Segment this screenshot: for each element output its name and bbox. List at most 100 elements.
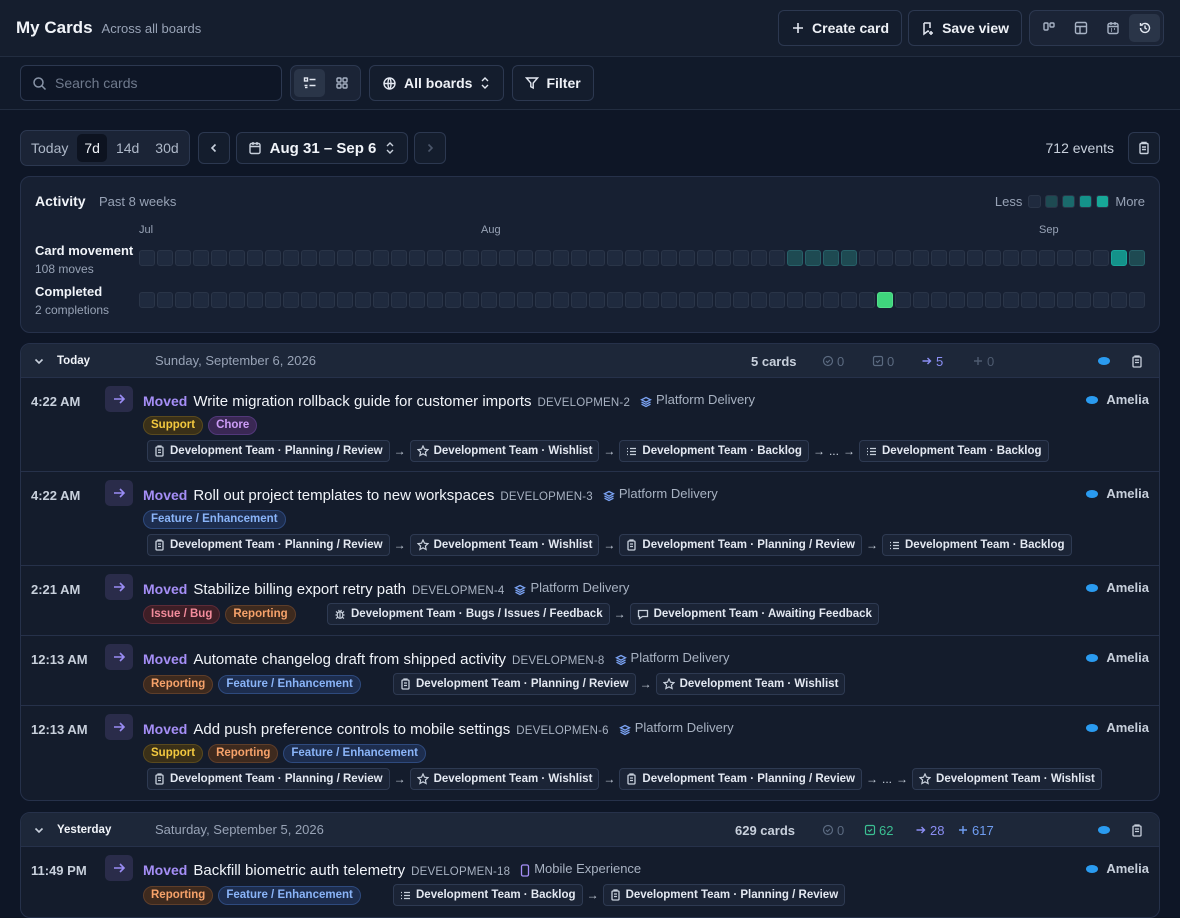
tag-feature[interactable]: Feature / Enhancement: [218, 886, 361, 905]
card-title-link[interactable]: Add push preference controls to mobile s…: [193, 721, 510, 738]
list-chip[interactable]: Development Team · Planning / Review: [602, 884, 846, 906]
list-chip[interactable]: Development Team · Backlog: [619, 440, 809, 462]
activity-item[interactable]: 4:22 AM Moved Write migration rollback gui…: [21, 378, 1159, 472]
assignee[interactable]: Amelia: [1086, 720, 1149, 735]
activity-item[interactable]: 12:13 AM Moved Automate changelog draft fr…: [21, 636, 1159, 706]
range-option-30d[interactable]: 30d: [148, 134, 185, 162]
day-group-header[interactable]: Today Sunday, September 6, 2026 5 cards 0 0 5…: [21, 344, 1159, 378]
tag-reporting[interactable]: Reporting: [143, 675, 214, 694]
search-input[interactable]: Search cards: [20, 65, 282, 101]
board-link[interactable]: Platform Delivery: [514, 580, 629, 595]
list-chip-label: Development Team · Planning / Review: [170, 445, 383, 457]
list-chip[interactable]: Development Team · Planning / Review: [393, 673, 636, 695]
path-arrow: →: [842, 444, 855, 458]
list-chip[interactable]: Development Team · Bugs / Issues / Feedb…: [327, 603, 610, 625]
kanban-view-button[interactable]: [1033, 14, 1064, 42]
list-chip[interactable]: Development Team · Wishlist: [409, 440, 600, 462]
heatmap-cell: [517, 292, 533, 308]
list-chip[interactable]: Development Team · Planning / Review: [619, 768, 862, 790]
assignee[interactable]: Amelia: [1086, 861, 1149, 876]
board-link[interactable]: Platform Delivery: [602, 486, 718, 501]
export-button[interactable]: [1128, 132, 1160, 164]
heatmap-cell: [751, 250, 767, 266]
assignee-filter[interactable]: [1098, 357, 1110, 365]
list-layout-button[interactable]: [294, 69, 325, 97]
list-chip[interactable]: Development Team · Backlog: [858, 440, 1049, 462]
boards-select[interactable]: All boards: [369, 65, 505, 101]
list-chip[interactable]: Development Team · Wishlist: [655, 673, 846, 695]
heatmap-cell: [193, 292, 209, 308]
assignee-name: Amelia: [1106, 392, 1149, 407]
clipboard-icon[interactable]: [1131, 354, 1143, 368]
tag-chore[interactable]: Chore: [208, 416, 258, 435]
activity-item[interactable]: 2:21 AM Moved Stabilize billing export ret…: [21, 566, 1159, 636]
calendar-view-button[interactable]: [1097, 14, 1128, 42]
heatmap-cell: [427, 292, 443, 308]
clipboard-icon[interactable]: [1131, 823, 1143, 837]
board-link[interactable]: Platform Delivery: [640, 392, 755, 407]
tag-issue[interactable]: Issue / Bug: [143, 605, 221, 624]
list-chip[interactable]: Development Team · Backlog: [393, 884, 583, 906]
list-chip[interactable]: Development Team · Wishlist: [409, 534, 600, 556]
card-title-link[interactable]: Stabilize billing export retry path: [193, 581, 406, 598]
create-card-button[interactable]: Create card: [778, 10, 903, 46]
tag-support[interactable]: Support: [143, 744, 204, 763]
list-chip-label: Development Team · Planning / Review: [625, 889, 839, 901]
card-title-link[interactable]: Write migration rollback guide for custo…: [193, 393, 531, 410]
save-view-button[interactable]: Save view: [908, 10, 1022, 46]
heatmap-cell: [499, 250, 515, 266]
date-range-picker[interactable]: Aug 31 – Sep 6: [235, 132, 409, 164]
card-title-link[interactable]: Backfill biometric auth telemetry: [193, 862, 405, 879]
grid-layout-button[interactable]: [326, 69, 357, 97]
assignee[interactable]: Amelia: [1086, 392, 1149, 407]
list-chip[interactable]: Development Team · Wishlist: [409, 768, 600, 790]
assignee[interactable]: Amelia: [1086, 486, 1149, 501]
tag-feature[interactable]: Feature / Enhancement: [218, 675, 361, 694]
heatmap-cell: [787, 292, 803, 308]
list-chip[interactable]: Development Team · Planning / Review: [147, 440, 390, 462]
tag-reporting[interactable]: Reporting: [208, 744, 279, 763]
filter-button[interactable]: Filter: [512, 65, 594, 101]
card-title-link[interactable]: Automate changelog draft from shipped ac…: [193, 651, 506, 668]
assignee[interactable]: Amelia: [1086, 580, 1149, 595]
tag-reporting[interactable]: Reporting: [143, 886, 214, 905]
move-arrow-icon: [105, 480, 133, 506]
list-chip[interactable]: Development Team · Awaiting Feedback: [629, 603, 879, 625]
heatmap-cell: [985, 292, 1001, 308]
list-chip[interactable]: Development Team · Planning / Review: [147, 768, 390, 790]
range-option-7d[interactable]: 7d: [77, 134, 107, 162]
chevron-right-icon: [424, 142, 436, 154]
list-chip[interactable]: Development Team · Planning / Review: [619, 534, 862, 556]
activity-view-button[interactable]: [1129, 14, 1160, 42]
assignee[interactable]: Amelia: [1086, 650, 1149, 665]
move-arrow-icon: [105, 714, 133, 740]
move-path: Development Team · Planning / Review → Dev…: [147, 440, 1049, 462]
list-chip[interactable]: Development Team · Planning / Review: [147, 534, 390, 556]
assignee-filter[interactable]: [1098, 826, 1110, 834]
range-option-today[interactable]: Today: [24, 134, 75, 162]
list-chip[interactable]: Development Team · Backlog: [882, 534, 1072, 556]
list-chip[interactable]: Development Team · Wishlist: [912, 768, 1102, 790]
table-view-button[interactable]: [1065, 14, 1096, 42]
event-action: Moved: [143, 580, 188, 597]
range-option-14d[interactable]: 14d: [109, 134, 146, 162]
create-card-label: Create card: [812, 20, 890, 36]
tag-feature[interactable]: Feature / Enhancement: [283, 744, 426, 763]
card-title-link[interactable]: Roll out project templates to new worksp…: [193, 487, 494, 504]
created-stat: 0: [822, 823, 844, 838]
next-range-button[interactable]: [414, 132, 447, 164]
board-link[interactable]: Platform Delivery: [614, 650, 730, 665]
previous-range-button[interactable]: [197, 132, 230, 164]
tag-support[interactable]: Support: [143, 416, 204, 435]
activity-item[interactable]: 4:22 AM Moved Roll out project templates t…: [21, 472, 1159, 566]
list-chip-label: Development Team · Backlog: [416, 889, 576, 901]
board-link[interactable]: Platform Delivery: [618, 720, 734, 735]
tag-feature[interactable]: Feature / Enhancement: [143, 510, 286, 529]
assignee-name: Amelia: [1106, 720, 1149, 735]
activity-item[interactable]: 11:49 PM Moved Backfill biometric auth tel…: [21, 847, 1159, 917]
heatmap-cell: [607, 292, 623, 308]
day-group-header[interactable]: Yesterday Saturday, September 5, 2026 629 …: [21, 813, 1159, 847]
board-link[interactable]: Mobile Experience: [520, 861, 641, 877]
activity-item[interactable]: 12:13 AM Moved Add push preference control…: [21, 706, 1159, 800]
tag-reporting[interactable]: Reporting: [225, 605, 296, 624]
